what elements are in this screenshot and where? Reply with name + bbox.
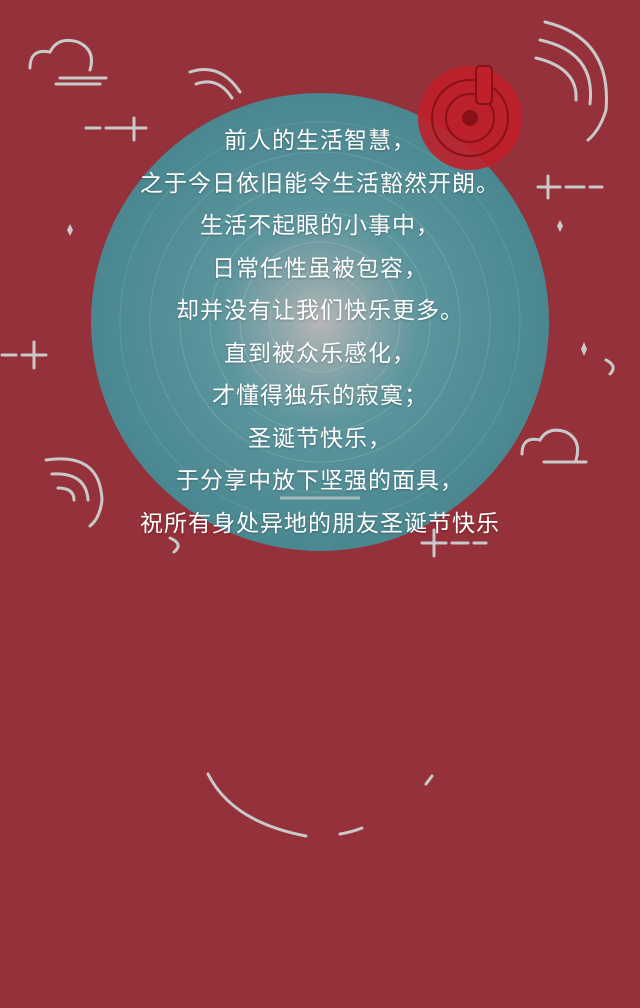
swirl-icon <box>188 68 242 100</box>
poem-line: 前人的生活智慧， <box>224 128 416 154</box>
poem-line: 圣诞节快乐， <box>248 425 392 452</box>
poem-line: 日常任性虽被包容， <box>212 255 428 282</box>
greeting-card: 前人的生活智慧， 之于今日依旧能令生活豁然开朗。 生活不起眼的小事中， 日常任性… <box>0 0 640 1008</box>
poem-line: 于分享中放下坚强的面具， <box>176 468 464 494</box>
swirl-icon <box>206 772 434 838</box>
poem-line: 生活不起眼的小事中， <box>200 213 440 239</box>
poem-line: 祝所有身处异地的朋友圣诞节快乐 <box>140 510 500 537</box>
poem-line: 却并没有让我们快乐更多。 <box>176 298 464 324</box>
poem-text: 前人的生活智慧， 之于今日依旧能令生活豁然开朗。 生活不起眼的小事中， 日常任性… <box>0 120 640 545</box>
poem-line: 才懂得独乐的寂寞； <box>212 383 428 409</box>
poem-line: 直到被众乐感化， <box>224 340 416 367</box>
cloud-icon <box>28 38 108 86</box>
poem-line: 之于今日依旧能令生活豁然开朗。 <box>140 170 500 197</box>
